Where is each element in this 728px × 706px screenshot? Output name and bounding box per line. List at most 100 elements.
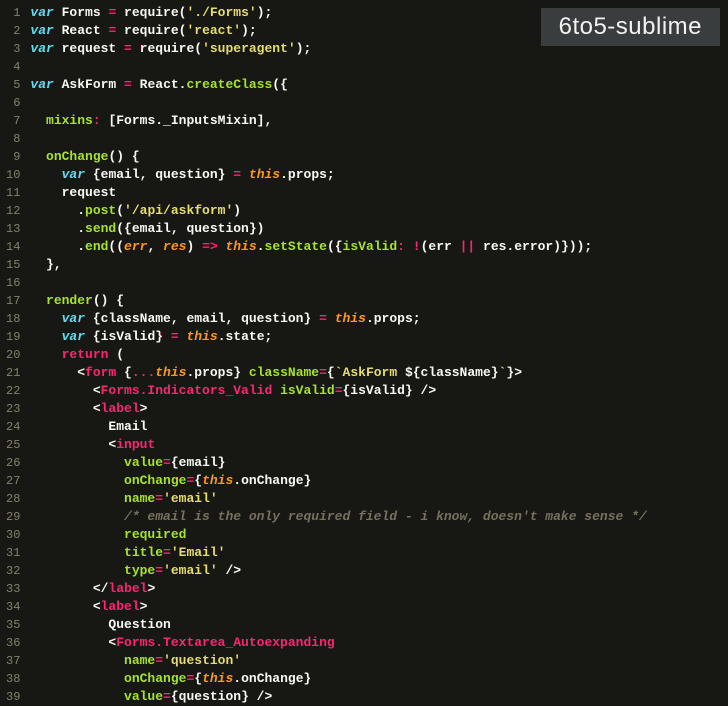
token-tag: Forms.Textarea_Autoexpanding xyxy=(116,635,334,650)
code-line[interactable]: render() { xyxy=(30,292,646,310)
line-number: 26 xyxy=(6,454,20,472)
token-nm: .props; xyxy=(280,167,335,182)
code-line[interactable] xyxy=(30,274,646,292)
token-nm xyxy=(405,239,413,254)
code-line[interactable]: .send({email, question}) xyxy=(30,220,646,238)
token-cm: /* email is the only required field - i … xyxy=(124,509,647,524)
token-attr: onChange xyxy=(124,671,186,686)
token-nm: < xyxy=(30,365,85,380)
code-line[interactable]: <label> xyxy=(30,598,646,616)
token-nm xyxy=(30,689,124,704)
code-line[interactable]: return ( xyxy=(30,346,646,364)
code-line[interactable]: mixins: [Forms._InputsMixin], xyxy=(30,112,646,130)
code-line[interactable]: /* email is the only required field - i … xyxy=(30,508,646,526)
line-number: 2 xyxy=(6,22,20,40)
line-number: 35 xyxy=(6,616,20,634)
token-thiskw: this xyxy=(202,473,233,488)
token-nm: require( xyxy=(116,5,186,20)
line-number: 25 xyxy=(6,436,20,454)
token-str: `AskForm xyxy=(335,365,405,380)
code-line[interactable] xyxy=(30,130,646,148)
code-editor[interactable]: 1234567891011121314151617181920212223242… xyxy=(0,0,728,703)
token-nm xyxy=(30,563,124,578)
code-line[interactable]: <Forms.Textarea_Autoexpanding xyxy=(30,634,646,652)
code-line[interactable]: type='email' /> xyxy=(30,562,646,580)
token-nm: { xyxy=(194,473,202,488)
token-nm xyxy=(30,545,124,560)
token-fn: isValid xyxy=(343,239,398,254)
code-line[interactable]: onChange() { xyxy=(30,148,646,166)
line-number: 21 xyxy=(6,364,20,382)
code-line[interactable]: onChange={this.onChange} xyxy=(30,472,646,490)
token-attr: name xyxy=(124,491,155,506)
token-nm: > xyxy=(140,401,148,416)
token-nm: require( xyxy=(116,23,186,38)
line-number: 4 xyxy=(6,58,20,76)
line-number: 15 xyxy=(6,256,20,274)
token-nm: {question} /> xyxy=(171,689,272,704)
token-nm: < xyxy=(30,599,100,614)
token-nm: > xyxy=(140,599,148,614)
token-nm: ({ xyxy=(327,239,343,254)
code-line[interactable]: .post('/api/askform') xyxy=(30,202,646,220)
code-line[interactable]: onChange={this.onChange} xyxy=(30,670,646,688)
token-nm: { xyxy=(327,365,335,380)
line-number: 3 xyxy=(6,40,20,58)
token-nm: . xyxy=(257,239,265,254)
code-line[interactable]: value={email} xyxy=(30,454,646,472)
code-line[interactable] xyxy=(30,58,646,76)
token-op: ! xyxy=(413,239,421,254)
line-number: 9 xyxy=(6,148,20,166)
line-number: 10 xyxy=(6,166,20,184)
token-attr: type xyxy=(124,563,155,578)
code-line[interactable]: name='question' xyxy=(30,652,646,670)
code-line[interactable]: var {email, question} = this.props; xyxy=(30,166,646,184)
theme-badge: 6to5-sublime xyxy=(541,8,720,46)
code-line[interactable]: Email xyxy=(30,418,646,436)
token-nm: Question xyxy=(30,617,170,632)
line-number: 34 xyxy=(6,598,20,616)
code-line[interactable]: var {className, email, question} = this.… xyxy=(30,310,646,328)
token-str: 'email' xyxy=(163,563,218,578)
code-line[interactable]: <Forms.Indicators_Valid isValid={isValid… xyxy=(30,382,646,400)
token-fn: end xyxy=(85,239,108,254)
code-line[interactable]: .end((err, res) => this.setState({isVali… xyxy=(30,238,646,256)
code-line[interactable]: <input xyxy=(30,436,646,454)
token-thiskw: err xyxy=(124,239,147,254)
code-line[interactable]: Question xyxy=(30,616,646,634)
line-number: 6 xyxy=(6,94,20,112)
token-nm xyxy=(30,311,61,326)
code-line[interactable]: }, xyxy=(30,256,646,274)
code-line[interactable]: <label> xyxy=(30,400,646,418)
token-nm: }, xyxy=(30,257,61,272)
line-number-gutter: 1234567891011121314151617181920212223242… xyxy=(0,0,30,703)
code-line[interactable]: name='email' xyxy=(30,490,646,508)
token-st: var xyxy=(30,77,61,92)
token-nm xyxy=(30,167,61,182)
line-number: 32 xyxy=(6,562,20,580)
line-number: 28 xyxy=(6,490,20,508)
code-line[interactable]: request xyxy=(30,184,646,202)
token-nm: AskForm xyxy=(62,77,124,92)
token-op: : xyxy=(93,113,101,128)
line-number: 38 xyxy=(6,670,20,688)
code-line[interactable]: <form {...this.props} className={`AskFor… xyxy=(30,364,646,382)
code-line[interactable]: value={question} /> xyxy=(30,688,646,706)
code-line[interactable]: title='Email' xyxy=(30,544,646,562)
token-tag: input xyxy=(116,437,155,452)
code-line[interactable]: </label> xyxy=(30,580,646,598)
token-tag: label xyxy=(101,599,140,614)
token-nm: ); xyxy=(257,5,273,20)
line-number: 33 xyxy=(6,580,20,598)
token-nm: . xyxy=(30,239,85,254)
line-number: 36 xyxy=(6,634,20,652)
code-area[interactable]: var Forms = require('./Forms');var React… xyxy=(30,0,646,703)
code-line[interactable] xyxy=(30,94,646,112)
token-nm: < xyxy=(30,635,116,650)
code-line[interactable]: required xyxy=(30,526,646,544)
code-line[interactable]: var {isValid} = this.state; xyxy=(30,328,646,346)
token-fn: createClass xyxy=(186,77,272,92)
token-nm: require( xyxy=(132,41,202,56)
code-line[interactable]: var AskForm = React.createClass({ xyxy=(30,76,646,94)
token-tag: label xyxy=(101,401,140,416)
